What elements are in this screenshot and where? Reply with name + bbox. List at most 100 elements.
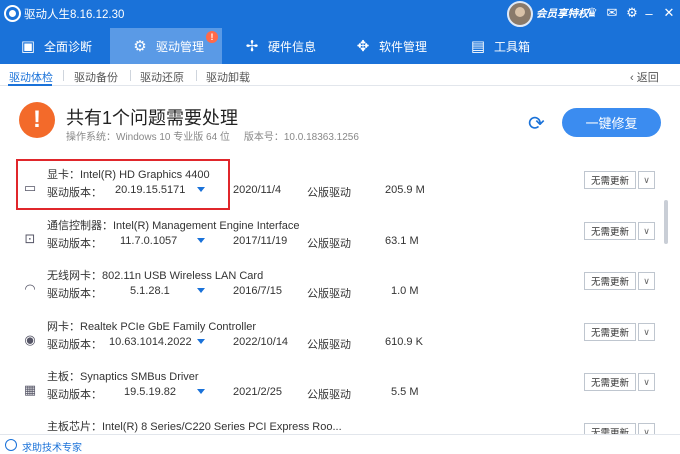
driver-row: 主板芯片：Intel(R) 8 Series/C220 Series PCI E…	[16, 415, 661, 434]
wifi-icon: ◠	[24, 281, 36, 296]
crown-icon[interactable]: ♛	[583, 4, 601, 22]
driver-category: 无线网卡：802.11n USB Wireless LAN Card	[47, 270, 264, 282]
version-info: 版本号：10.0.18363.1256	[243, 132, 359, 143]
driver-type: 公版驱动	[307, 288, 351, 300]
close-icon[interactable]: ✕	[660, 4, 678, 22]
driver-row: ⊡ 通信控制器：Intel(R) Management Engine Inter…	[16, 214, 661, 262]
driver-name: Realtek PCIe GbE Family Controller	[80, 321, 257, 333]
subnav-driver-restore[interactable]: 驱动还原	[140, 69, 184, 85]
chevron-down-icon[interactable]: ∨	[638, 222, 655, 240]
problem-headline: 共有1个问题需要处理	[66, 108, 239, 128]
subnav-driver-backup[interactable]: 驱动备份	[74, 69, 118, 85]
user-avatar[interactable]	[507, 1, 533, 27]
chevron-down-icon[interactable]: ∨	[638, 171, 655, 189]
version-dropdown-icon[interactable]	[197, 288, 205, 293]
driver-date: 2017/11/19	[233, 235, 288, 247]
driver-date: 2020/11/4	[233, 184, 282, 196]
warning-icon: !	[19, 102, 55, 138]
driver-row: ◉ 网卡：Realtek PCIe GbE Family Controller …	[16, 315, 661, 363]
subnav-driver-uninstall[interactable]: 驱动卸载	[206, 69, 250, 85]
active-tab-underline	[8, 84, 52, 86]
version-dropdown-icon[interactable]	[197, 389, 205, 394]
driver-category: 主板芯片：Intel(R) 8 Series/C220 Series PCI E…	[47, 421, 342, 433]
tab-software-management[interactable]: ✥ 软件管理	[353, 28, 433, 64]
chevron-down-icon[interactable]: ∨	[638, 423, 655, 434]
vip-label[interactable]: 会员享特权	[536, 6, 589, 21]
driver-version-label: 驱动版本：	[47, 238, 102, 250]
refresh-icon[interactable]: ⟳	[528, 111, 545, 136]
main-nav: ▣ 全面诊断 ⚙ 驱动管理 ✢ 硬件信息 ✥ 软件管理 ▤ 工具箱	[0, 28, 680, 64]
system-info: 操作系统：Windows 10 专业版 64 位 版本号：10.0.18363.…	[66, 128, 359, 143]
version-dropdown-icon[interactable]	[197, 238, 205, 243]
driver-size: 63.1 M	[385, 235, 419, 247]
tab-toolbox[interactable]: ▤ 工具箱	[468, 28, 548, 64]
title-bar: 驱动人生8.16.12.30 会员享特权 ♛ ✉ ⚙ – ✕	[0, 0, 680, 28]
no-update-button[interactable]: 无需更新	[584, 222, 636, 240]
driver-category: 主板：Synaptics SMBus Driver	[47, 371, 199, 383]
fan-icon: ✢	[245, 38, 259, 55]
driver-category: 通信控制器：Intel(R) Management Engine Interfa…	[47, 220, 300, 232]
divider	[63, 70, 64, 81]
gear-icon: ⚙	[133, 38, 147, 55]
tab-driver-management[interactable]: ⚙ 驱动管理	[110, 28, 222, 64]
one-click-fix-button[interactable]: 一键修复	[562, 108, 661, 137]
app-logo-icon	[4, 5, 21, 22]
driver-version-label: 驱动版本：	[47, 288, 102, 300]
mail-icon[interactable]: ✉	[603, 4, 621, 22]
notification-badge: !	[206, 31, 218, 43]
sub-nav: 驱动体检 驱动备份 驱动还原 驱动卸载 ‹ 返回	[0, 64, 680, 86]
chevron-down-icon[interactable]: ∨	[638, 323, 655, 341]
app-title: 驱动人生8.16.12.30	[24, 9, 125, 21]
chevron-down-icon[interactable]: ∨	[638, 373, 655, 391]
tab-full-diagnosis[interactable]: ▣ 全面诊断	[18, 28, 98, 64]
driver-type: 公版驱动	[307, 389, 351, 401]
apps-icon: ✥	[356, 38, 370, 55]
version-dropdown-icon[interactable]	[197, 339, 205, 344]
driver-date: 2021/2/25	[233, 386, 282, 398]
driver-row: ▦ 主板：Synaptics SMBus Driver 驱动版本： 19.5.1…	[16, 365, 661, 413]
driver-name: Intel(R) Management Engine Interface	[113, 220, 300, 232]
driver-version: 10.63.1014.2022	[109, 336, 192, 348]
driver-version-label: 驱动版本：	[47, 389, 102, 401]
driver-category: 网卡：Realtek PCIe GbE Family Controller	[47, 321, 257, 333]
no-update-button[interactable]: 无需更新	[584, 171, 636, 189]
driver-size: 5.5 M	[391, 386, 419, 398]
minimize-icon[interactable]: –	[640, 4, 658, 22]
back-button[interactable]: ‹ 返回	[630, 69, 659, 85]
driver-version: 5.1.28.1	[130, 285, 170, 297]
settings-icon[interactable]: ⚙	[623, 4, 641, 22]
tab-hardware-info[interactable]: ✢ 硬件信息	[242, 28, 322, 64]
driver-type: 公版驱动	[307, 238, 351, 250]
monitor-icon: ▣	[20, 38, 36, 55]
driver-date: 2022/10/14	[233, 336, 289, 348]
network-card-icon: ◉	[24, 332, 36, 347]
chevron-down-icon[interactable]: ∨	[638, 272, 655, 290]
driver-date: 2016/7/15	[233, 285, 282, 297]
help-link[interactable]: 求助技术专家	[22, 439, 82, 454]
os-info: 操作系统：Windows 10 专业版 64 位	[66, 132, 230, 143]
subnav-driver-check[interactable]: 驱动体检	[9, 69, 53, 85]
highlight-box	[16, 159, 230, 210]
no-update-button[interactable]: 无需更新	[584, 323, 636, 341]
no-update-button[interactable]: 无需更新	[584, 423, 636, 434]
driver-version: 19.5.19.82	[124, 386, 176, 398]
driver-version: 11.7.0.1057	[120, 235, 178, 247]
chip-icon: ⊡	[24, 231, 36, 246]
footer: 求助技术专家	[0, 434, 680, 454]
driver-size: 610.9 K	[385, 336, 423, 348]
scrollbar[interactable]	[664, 200, 668, 244]
driver-version-label: 驱动版本：	[47, 339, 102, 351]
driver-type: 公版驱动	[307, 187, 351, 199]
driver-size: 1.0 M	[391, 285, 419, 297]
help-icon	[5, 439, 17, 451]
motherboard-icon: ▦	[23, 382, 37, 397]
driver-row: ◠ 无线网卡：802.11n USB Wireless LAN Card 驱动版…	[16, 264, 661, 312]
divider	[130, 70, 131, 81]
divider	[196, 70, 197, 81]
toolbox-icon: ▤	[470, 38, 486, 55]
driver-name: Synaptics SMBus Driver	[80, 371, 199, 383]
no-update-button[interactable]: 无需更新	[584, 272, 636, 290]
no-update-button[interactable]: 无需更新	[584, 373, 636, 391]
driver-type: 公版驱动	[307, 339, 351, 351]
driver-size: 205.9 M	[385, 184, 425, 196]
